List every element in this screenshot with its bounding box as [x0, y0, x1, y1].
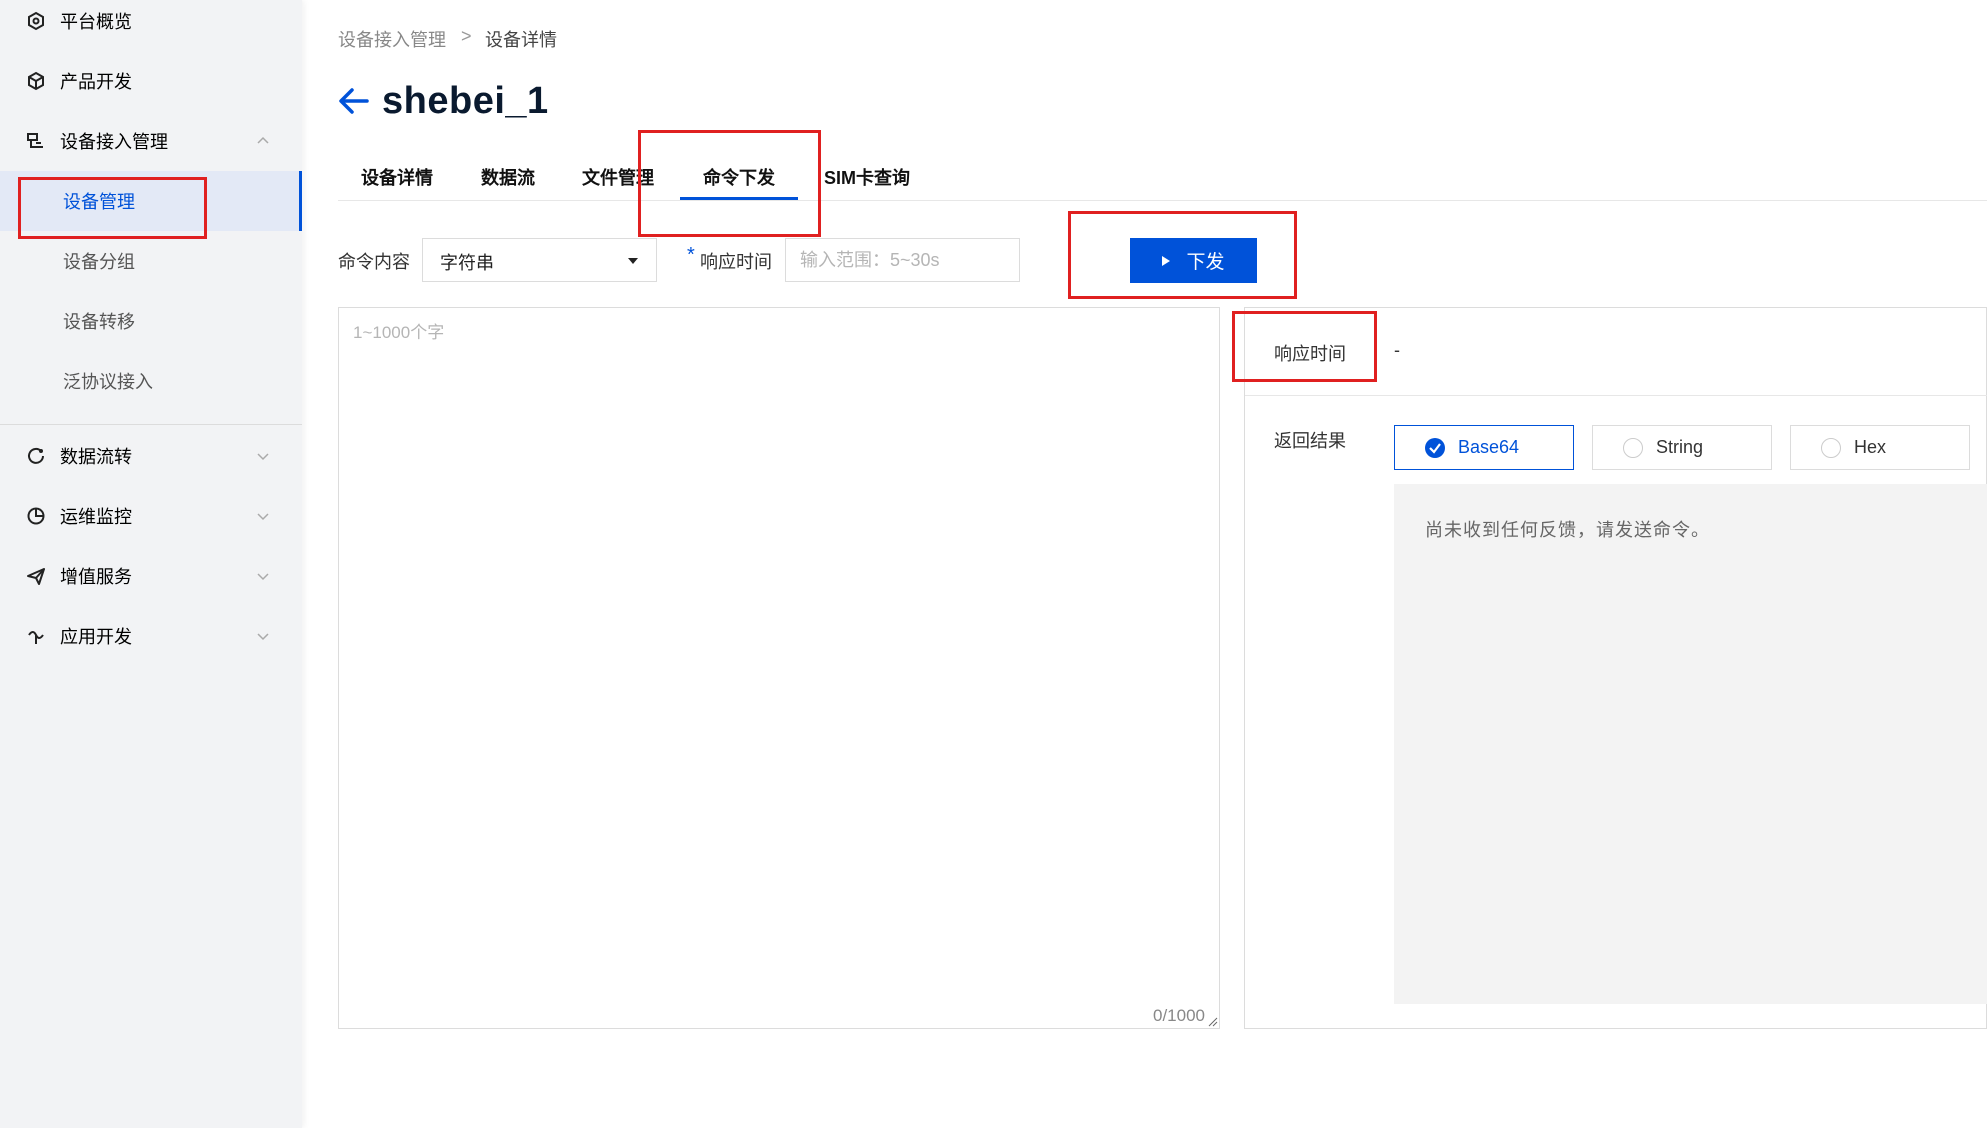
command-content-textarea[interactable]: [339, 308, 1219, 1028]
radio-circle-icon: [1821, 438, 1841, 458]
response-time-label: 响应时间: [700, 252, 772, 272]
sidebar-item-overview[interactable]: 平台概览: [0, 0, 302, 51]
empty-result-message: 尚未收到任何反馈，请发送命令。: [1425, 520, 1710, 541]
sidebar: 平台概览 产品开发 设备接入管理 设备管理 设备分组 设备转移 泛协议接入 数据…: [0, 0, 302, 1128]
sidebar-item-label: 应用开发: [60, 627, 132, 647]
sidebar-item-data-flow[interactable]: 数据流转: [0, 426, 302, 486]
chevron-down-icon: [257, 633, 269, 641]
breadcrumb-current: 设备详情: [485, 30, 557, 50]
tab-command-send[interactable]: 命令下发: [680, 164, 798, 200]
chevron-up-icon: [257, 136, 269, 144]
format-option-base64[interactable]: Base64: [1394, 425, 1574, 470]
cube-icon: [28, 71, 44, 91]
send-command-button[interactable]: 下发: [1130, 238, 1257, 283]
format-option-label: String: [1656, 437, 1704, 457]
tabs-divider: [338, 200, 1987, 201]
check-circle-icon: [1425, 438, 1445, 458]
tab-data-stream[interactable]: 数据流: [481, 164, 535, 200]
command-type-select[interactable]: 字符串: [422, 238, 657, 282]
format-option-label: Base64: [1458, 437, 1520, 457]
result-divider: [1245, 395, 1987, 396]
sidebar-item-label: 泛协议接入: [63, 372, 153, 392]
sidebar-item-label: 设备管理: [63, 192, 135, 212]
play-icon: [1162, 255, 1171, 266]
sidebar-item-label: 运维监控: [60, 507, 132, 527]
sidebar-item-label: 设备分组: [63, 252, 135, 272]
command-content-label: 命令内容: [338, 252, 410, 272]
dev-icon: [28, 631, 44, 644]
pie-chart-icon: [27, 507, 45, 525]
result-response-time-value: -: [1394, 340, 1400, 360]
required-mark: *: [687, 244, 695, 266]
page-title: shebei_1: [382, 80, 549, 122]
sidebar-item-generic-protocol[interactable]: 泛协议接入: [0, 351, 302, 411]
sidebar-item-device-access[interactable]: 设备接入管理: [0, 111, 302, 171]
chevron-down-icon: [257, 513, 269, 521]
sidebar-item-ops-monitor[interactable]: 运维监控: [0, 486, 302, 546]
radio-circle-icon: [1623, 438, 1643, 458]
resize-handle-icon[interactable]: [1208, 1017, 1218, 1027]
command-content-box: 0/1000: [338, 307, 1220, 1029]
command-type-value: 字符串: [440, 253, 494, 273]
format-option-string[interactable]: String: [1592, 425, 1772, 470]
sidebar-item-label: 产品开发: [60, 72, 132, 92]
sidebar-item-label: 增值服务: [60, 567, 132, 587]
response-time-input[interactable]: [785, 238, 1020, 282]
sidebar-divider: [0, 424, 302, 425]
breadcrumb-separator: >: [461, 26, 472, 46]
device-access-icon: [27, 133, 43, 148]
sidebar-item-label: 平台概览: [60, 12, 132, 32]
format-option-hex[interactable]: Hex: [1790, 425, 1970, 470]
sidebar-item-device-management[interactable]: 设备管理: [0, 171, 302, 231]
sidebar-item-product-dev[interactable]: 产品开发: [0, 51, 302, 111]
sidebar-item-label: 设备接入管理: [60, 132, 168, 152]
tab-device-details[interactable]: 设备详情: [361, 164, 433, 200]
tab-file-management[interactable]: 文件管理: [582, 164, 654, 200]
sidebar-item-label: 数据流转: [60, 447, 132, 467]
sidebar-item-value-added[interactable]: 增值服务: [0, 546, 302, 606]
format-option-label: Hex: [1854, 437, 1887, 457]
sidebar-item-label: 设备转移: [63, 312, 135, 332]
result-response-time-label: 响应时间: [1274, 344, 1346, 364]
chevron-down-icon: [257, 453, 269, 461]
return-result-label: 返回结果: [1274, 431, 1346, 451]
data-flow-icon: [28, 447, 44, 464]
result-panel: 响应时间 - 返回结果 Base64 String Hex 尚未收到任何反馈，请…: [1244, 307, 1987, 1029]
chevron-down-icon: [257, 573, 269, 581]
send-button-label: 下发: [1186, 252, 1225, 273]
tab-sim-query[interactable]: SIM卡查询: [824, 164, 910, 200]
caret-down-icon: [628, 258, 638, 264]
overview-icon: [28, 11, 44, 31]
sidebar-item-app-dev[interactable]: 应用开发: [0, 606, 302, 666]
paper-plane-icon: [27, 568, 45, 585]
sidebar-item-device-group[interactable]: 设备分组: [0, 231, 302, 291]
char-count: 0/1000: [1153, 1006, 1205, 1025]
result-output-box: 尚未收到任何反馈，请发送命令。: [1394, 484, 1987, 1004]
breadcrumb-device-access[interactable]: 设备接入管理: [338, 26, 446, 52]
sidebar-item-device-transfer[interactable]: 设备转移: [0, 291, 302, 351]
back-arrow-icon[interactable]: [338, 86, 370, 116]
